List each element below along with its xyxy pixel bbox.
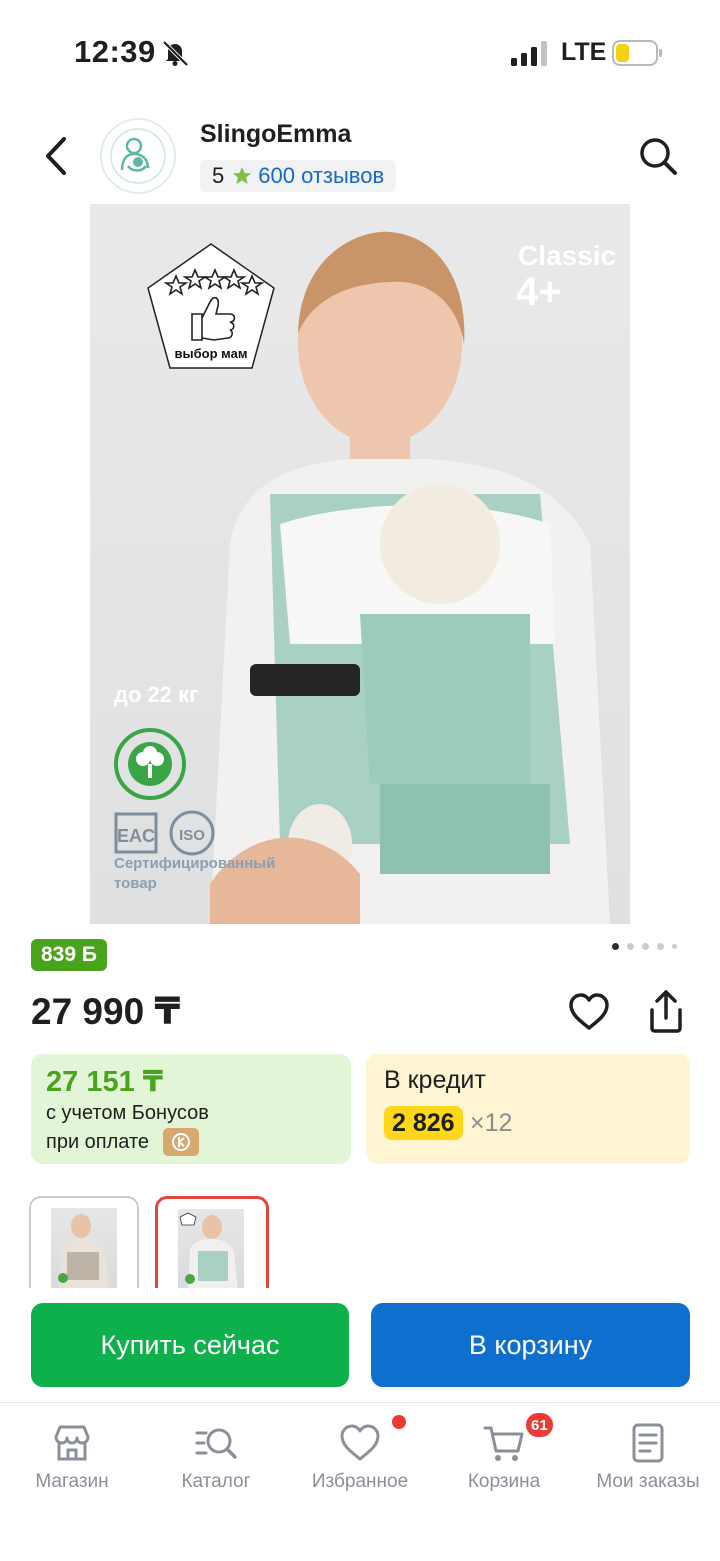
thumbnail-image [178,1209,244,1288]
nav-label: Избранное [311,1471,409,1492]
cart-icon [483,1426,524,1461]
back-button[interactable] [36,132,76,180]
bonus-points-badge: 839 Б [31,939,107,971]
add-to-cart-button[interactable]: В корзину [371,1303,690,1387]
reviews-link[interactable]: 600 отзывов [258,163,384,189]
product-image[interactable]: выбор мам Classic 4+ до 22 кг EAC ISO Се… [90,204,630,924]
credit-term: ×12 [470,1109,513,1137]
store-icon [54,1425,90,1461]
pager-dot [627,943,634,950]
model-age-label: 4+ [516,270,562,314]
svg-text:ISO: ISO [179,827,205,844]
catalog-search-icon [195,1428,237,1459]
pager-dot [672,944,677,949]
badge-caption: выбор мам [174,346,248,361]
nav-label: Мои заказы [596,1471,700,1492]
bell-muted-icon [162,40,189,67]
certification-icons: EAC ISO [114,810,215,856]
network-label: LTE [561,38,607,66]
store-name[interactable]: SlingoEmma [200,120,351,149]
heart-icon[interactable] [567,990,611,1034]
gallery-thumbnail-selected[interactable] [155,1196,269,1288]
svg-text:EAC: EAC [117,826,155,846]
bonus-price: 27 151 ₸ [46,1066,163,1098]
nav-label: Каталог [181,1471,251,1492]
thumbnail-image [51,1208,117,1288]
nav-item-orders[interactable]: Мои заказы [576,1419,720,1509]
cotton-badge-icon [114,728,186,800]
model-line-label: Classic [518,240,617,271]
credit-card[interactable]: В кредит 2 826 ×12 [366,1054,690,1164]
credit-title: В кредит [384,1066,486,1094]
weight-label: до 22 кг [114,682,199,707]
pager-dot [657,943,664,950]
star-icon [233,167,252,184]
image-pager [612,943,677,950]
pager-dot-active [612,943,619,950]
status-bar: 12:39 LTE [0,0,720,100]
heart-icon [340,1424,380,1461]
product-price: 27 990 ₸ [31,991,181,1032]
bonus-note: при оплате [46,1131,150,1153]
signal-icon [511,41,547,66]
nav-item-catalog[interactable]: Каталог [144,1419,288,1509]
certification-label: Сертифицированный товар [114,855,276,892]
buy-now-button[interactable]: Купить сейчас [31,1303,349,1387]
nav-item-shop[interactable]: Магазин [0,1419,144,1509]
pager-dot [642,943,649,950]
nav-label: Корзина [467,1471,541,1492]
store-logo[interactable] [100,118,176,194]
bonus-note: с учетом Бонусов [46,1102,209,1124]
store-header: SlingoEmma 5 600 отзывов [0,110,720,202]
rating-chip[interactable]: 5 600 отзывов [200,160,397,192]
share-icon[interactable] [644,988,688,1034]
bonus-price-card[interactable]: 27 151 ₸ с учетом Бонусов при оплате [31,1054,351,1164]
status-time: 12:39 [74,34,156,69]
mother-baby-logo-icon [110,128,166,184]
bottom-nav: Магазин Каталог Избранное 61 Корзина Мои… [0,1402,720,1561]
search-icon[interactable] [636,134,680,178]
orders-list-icon [632,1423,664,1463]
credit-monthly-amount: 2 826 [384,1106,463,1140]
cart-count-badge: 61 [524,1411,555,1439]
payment-method-icon [163,1128,199,1156]
chevron-left-icon [46,137,66,175]
favorites-notification-dot [392,1415,406,1429]
gallery-thumbnail[interactable] [29,1196,139,1288]
rating-value: 5 [212,163,225,188]
nav-label: Магазин [35,1471,109,1492]
nav-item-favorites[interactable]: Избранное [288,1415,432,1509]
nav-item-cart[interactable]: 61 Корзина [432,1411,576,1509]
battery-icon [612,40,662,66]
